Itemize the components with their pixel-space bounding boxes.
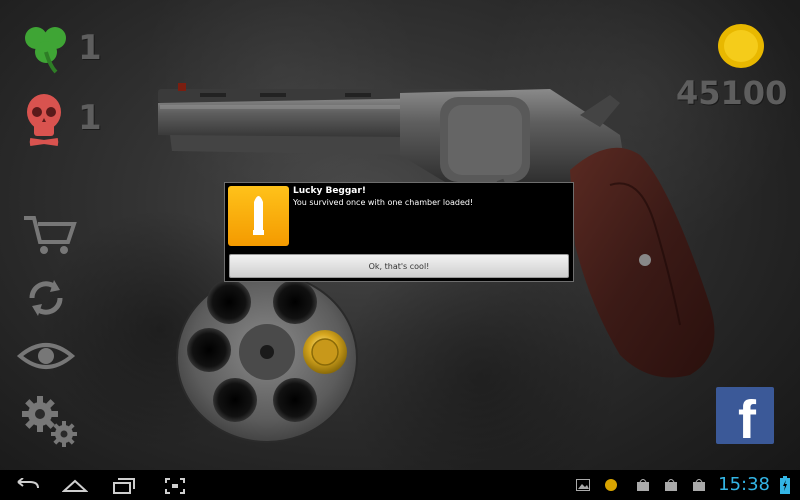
achievement-dialog: Lucky Beggar! You survived once with one… <box>224 182 574 282</box>
cart-icon <box>24 216 77 254</box>
system-navigation-bar: 15:38 <box>0 470 800 500</box>
gears-icon <box>22 396 77 447</box>
facebook-share-button[interactable]: f <box>716 387 774 444</box>
status-clock: 15:38 <box>718 474 770 495</box>
chamber-loaded <box>303 330 347 374</box>
shop-button[interactable] <box>22 212 78 258</box>
refresh-icon <box>29 280 63 316</box>
chamber-empty <box>213 378 257 422</box>
battery-icon <box>780 476 790 494</box>
gallery-icon <box>576 479 590 491</box>
luck-count: 1 <box>78 28 102 68</box>
revolver-cylinder[interactable] <box>175 272 359 444</box>
back-icon[interactable] <box>14 478 40 494</box>
screenshot-icon[interactable] <box>164 478 186 494</box>
skull-icon <box>27 94 61 146</box>
death-count: 1 <box>78 98 102 138</box>
store-bag-icon <box>693 479 705 491</box>
dialog-message: You survived once with one chamber loade… <box>293 198 474 207</box>
bullet-icon <box>228 186 289 246</box>
clover-icon <box>25 27 66 74</box>
dialog-title: Lucky Beggar! <box>293 186 366 196</box>
home-icon[interactable] <box>62 479 88 493</box>
coin-count: 45100 <box>676 74 788 112</box>
settings-button[interactable] <box>20 394 82 450</box>
store-bag-icon <box>665 479 677 491</box>
chamber-empty <box>187 328 231 372</box>
coin-icon <box>718 24 764 68</box>
recent-apps-icon[interactable] <box>112 478 136 494</box>
ok-button[interactable]: Ok, that's cool! <box>229 254 569 278</box>
view-button[interactable] <box>16 336 76 376</box>
chamber-empty <box>207 280 251 324</box>
reload-button[interactable] <box>24 276 68 320</box>
chamber-empty <box>273 280 317 324</box>
facebook-icon: f <box>738 390 756 444</box>
eye-icon <box>16 343 76 369</box>
coin-notification-icon <box>605 479 617 491</box>
store-bag-icon <box>637 479 649 491</box>
chamber-empty <box>273 378 317 422</box>
